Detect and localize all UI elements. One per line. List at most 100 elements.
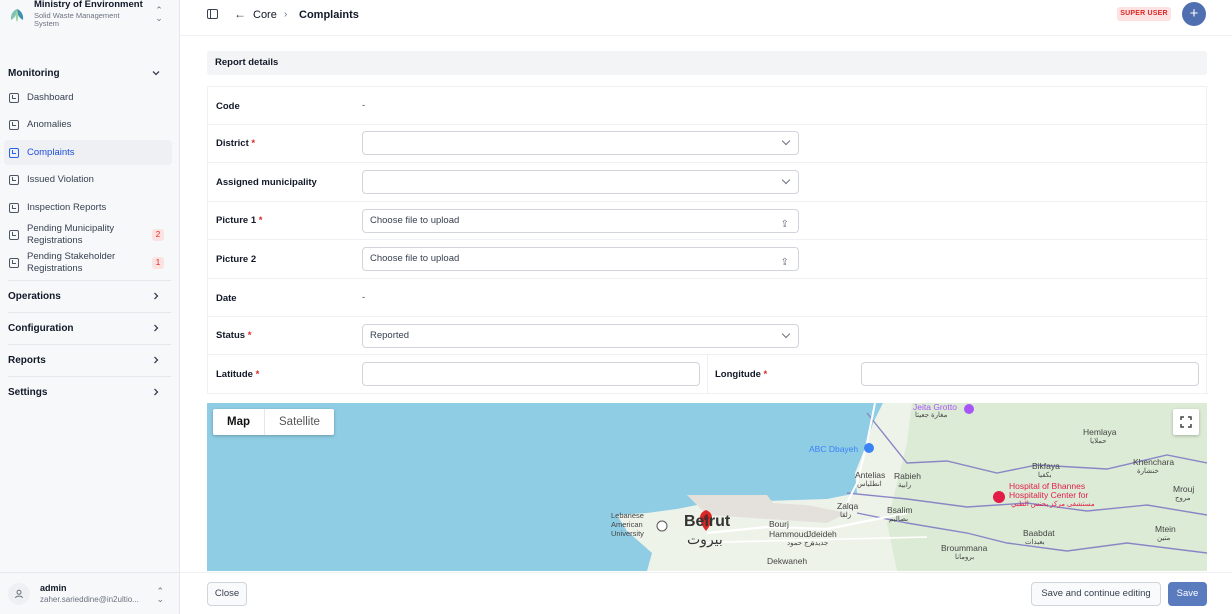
location-map[interactable]: Map Satellite Jeita Grotto مغارة جعيتا A… <box>207 403 1207 571</box>
org-switcher[interactable]: Ministry of Environment Solid Waste Mana… <box>8 0 172 30</box>
map-label: Rabieh <box>894 471 921 481</box>
chevron-right-icon <box>154 356 159 364</box>
code-value: - <box>362 100 366 111</box>
sidebar-item-label: Anomalies <box>27 119 72 130</box>
nav-group-configuration: Configuration <box>0 312 180 344</box>
nav-group-header-operations[interactable]: Operations <box>0 280 180 312</box>
sidebar-item-pending-municipality[interactable]: Pending Municipality Registrations 2 <box>4 221 172 249</box>
map-label: Lebanese American University <box>611 511 644 538</box>
divider <box>707 355 708 393</box>
field-label: Picture 1 * <box>216 215 263 226</box>
report-icon <box>9 258 19 268</box>
nav-group-header-reports[interactable]: Reports <box>0 344 180 376</box>
map-label: متين <box>1157 535 1171 542</box>
map-label: Khenchara <box>1133 457 1175 467</box>
sidebar-item-anomalies[interactable]: Anomalies <box>4 112 172 137</box>
field-label: Picture 2 <box>216 254 257 265</box>
count-badge: 1 <box>152 257 164 269</box>
map-label: بصاليم <box>889 516 909 523</box>
map-label: خنشارة <box>1137 468 1159 475</box>
breadcrumb-core[interactable]: Core <box>253 9 277 21</box>
report-icon <box>9 230 19 240</box>
map-label: زلقا <box>840 512 852 519</box>
role-badge: SUPER USER <box>1117 7 1171 21</box>
map-label: رابية <box>898 482 912 489</box>
district-select[interactable] <box>362 131 799 155</box>
picture1-upload[interactable]: Choose file to upload ⇪ <box>362 209 799 233</box>
sidebar-item-label: Dashboard <box>27 92 74 103</box>
sidebar-item-issued-violation[interactable]: Issued Violation <box>4 167 172 192</box>
nav-group-title: Operations <box>8 290 61 302</box>
fullscreen-button[interactable] <box>1173 409 1199 435</box>
field-label: District * <box>216 138 256 149</box>
nav-group-header-settings[interactable]: Settings <box>0 376 180 408</box>
field-label: Status * <box>216 330 252 341</box>
sidebar-item-pending-stakeholder[interactable]: Pending Stakeholder Registrations 1 <box>4 249 172 277</box>
map-label: Hospitality Center for <box>1009 490 1089 500</box>
field-label: Latitude * <box>216 369 260 380</box>
longitude-input[interactable] <box>861 362 1199 386</box>
form-row-municipality: Assigned municipality <box>208 163 1208 202</box>
close-button[interactable]: Close <box>207 582 247 606</box>
sidebar-item-inspection-reports[interactable]: Inspection Reports <box>4 195 172 220</box>
topbar: ← Core › Complaints SUPER USER + <box>180 0 1232 36</box>
hospital-marker-icon <box>993 491 1005 503</box>
sidebar-item-complaints[interactable]: Complaints <box>4 140 172 165</box>
form-footer: Close Save and continue editing Save <box>180 572 1232 614</box>
map-tab-map[interactable]: Map <box>213 409 265 435</box>
sidebar-item-label: Complaints <box>27 147 75 158</box>
map-label: Bikfaya <box>1032 461 1060 471</box>
chevron-up-down-icon[interactable]: ⌃ ⌄ <box>154 6 164 23</box>
map-label: Dekwaneh <box>767 556 808 566</box>
map-label: مغارة جعيتا <box>915 412 948 419</box>
latitude-input[interactable] <box>362 362 700 386</box>
back-arrow-icon[interactable]: ← <box>234 7 246 21</box>
map-tab-satellite[interactable]: Satellite <box>265 409 334 435</box>
form-row-picture1: Picture 1 * Choose file to upload ⇪ <box>208 202 1208 240</box>
nav-group-reports: Reports <box>0 344 180 376</box>
sidebar-item-label: Pending Stakeholder Registrations <box>27 251 116 274</box>
map-type-toggle: Map Satellite <box>213 409 334 435</box>
report-icon <box>9 202 19 213</box>
picture2-upload[interactable]: Choose file to upload ⇪ <box>362 247 799 271</box>
add-button[interactable]: + <box>1182 2 1206 26</box>
save-button[interactable]: Save <box>1168 582 1207 606</box>
nav-group-title: Configuration <box>8 322 74 334</box>
nav-group-title: Settings <box>8 386 48 398</box>
leaf-logo-icon <box>10 9 24 22</box>
map-label: Bsalim <box>887 505 913 515</box>
nav-group-title: Reports <box>8 354 46 366</box>
save-continue-button[interactable]: Save and continue editing <box>1031 582 1161 606</box>
toggle-sidebar-icon[interactable] <box>207 9 218 19</box>
section-title: Report details <box>207 51 1207 75</box>
status-select[interactable]: Reported <box>362 324 799 348</box>
fullscreen-icon <box>1180 416 1192 428</box>
count-badge: 2 <box>152 229 164 241</box>
nav-group-title: Monitoring <box>8 67 60 79</box>
map-label: مروج <box>1175 495 1191 502</box>
user-menu[interactable]: admin zaher.sarieddine@in2ultio... ⌃ ⌄ <box>0 572 180 614</box>
sidebar-item-dashboard[interactable]: Dashboard <box>4 85 172 110</box>
breadcrumb-current: Complaints <box>299 9 359 21</box>
municipality-select[interactable] <box>362 170 799 194</box>
map-label: Mtein <box>1155 524 1176 534</box>
map-label: Baabdat <box>1023 528 1055 538</box>
map-label: حملايا <box>1090 438 1107 445</box>
map-label: بكفيا <box>1038 472 1052 479</box>
form-row-status: Status * Reported <box>208 317 1208 355</box>
user-name: admin <box>40 583 67 593</box>
form-row-picture2: Picture 2 Choose file to upload ⇪ <box>208 240 1208 279</box>
sidebar: Ministry of Environment Solid Waste Mana… <box>0 0 180 614</box>
org-name: Ministry of Environment <box>34 0 143 10</box>
map-label: Mrouj <box>1173 484 1195 494</box>
form-row-code: Code - <box>208 87 1208 125</box>
map-label: Antelias <box>855 470 886 480</box>
map-city-label: بيروت <box>687 531 723 547</box>
poi-marker-icon <box>656 520 668 532</box>
report-form: Code - District * Assigned municipality … <box>207 86 1208 394</box>
user-icon <box>15 589 23 598</box>
form-row-date: Date - <box>208 279 1208 317</box>
nav-group-header-configuration[interactable]: Configuration <box>0 312 180 344</box>
sidebar-item-label: Issued Violation <box>27 174 94 185</box>
upload-icon: ⇪ <box>780 219 789 230</box>
